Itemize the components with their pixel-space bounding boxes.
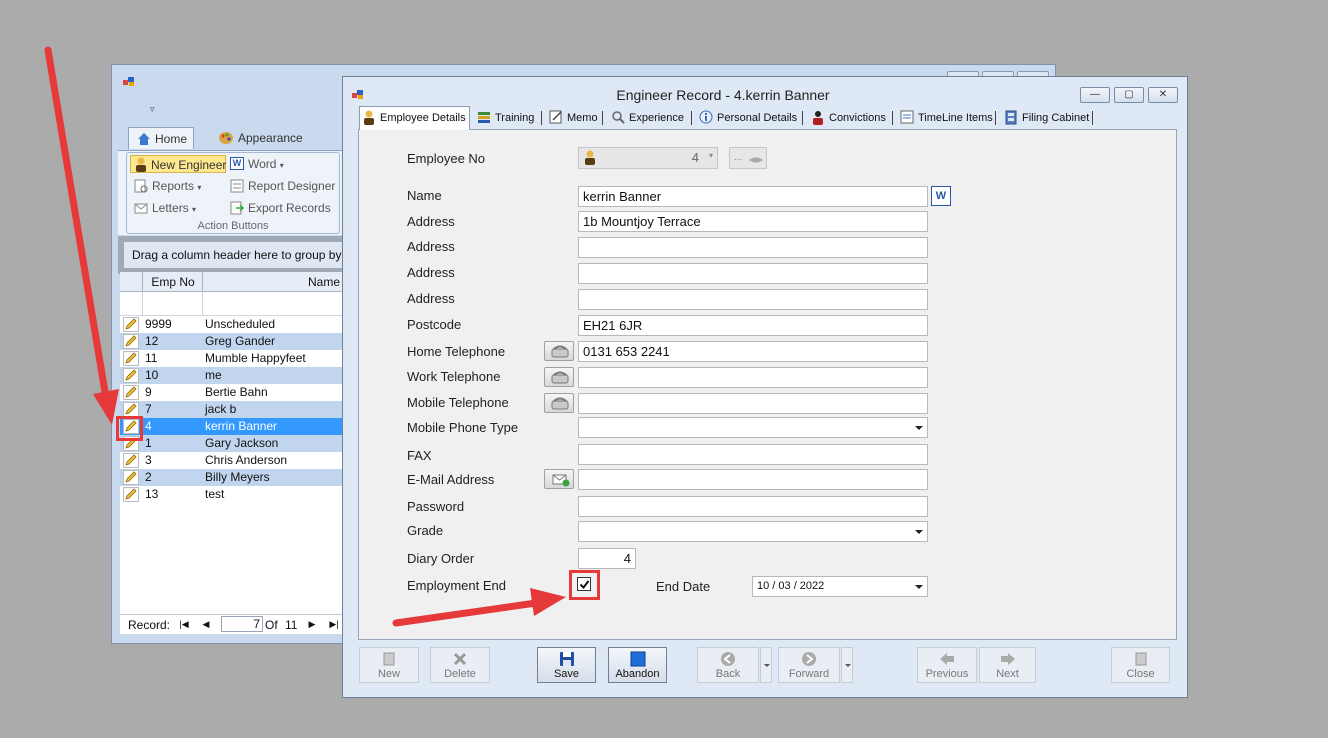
arrowhead-icon bbox=[93, 389, 119, 425]
annotation-arrow bbox=[44, 46, 110, 402]
annotation-arrow bbox=[392, 599, 540, 627]
annotation-arrows bbox=[44, 46, 566, 627]
arrowhead-icon bbox=[530, 588, 566, 616]
